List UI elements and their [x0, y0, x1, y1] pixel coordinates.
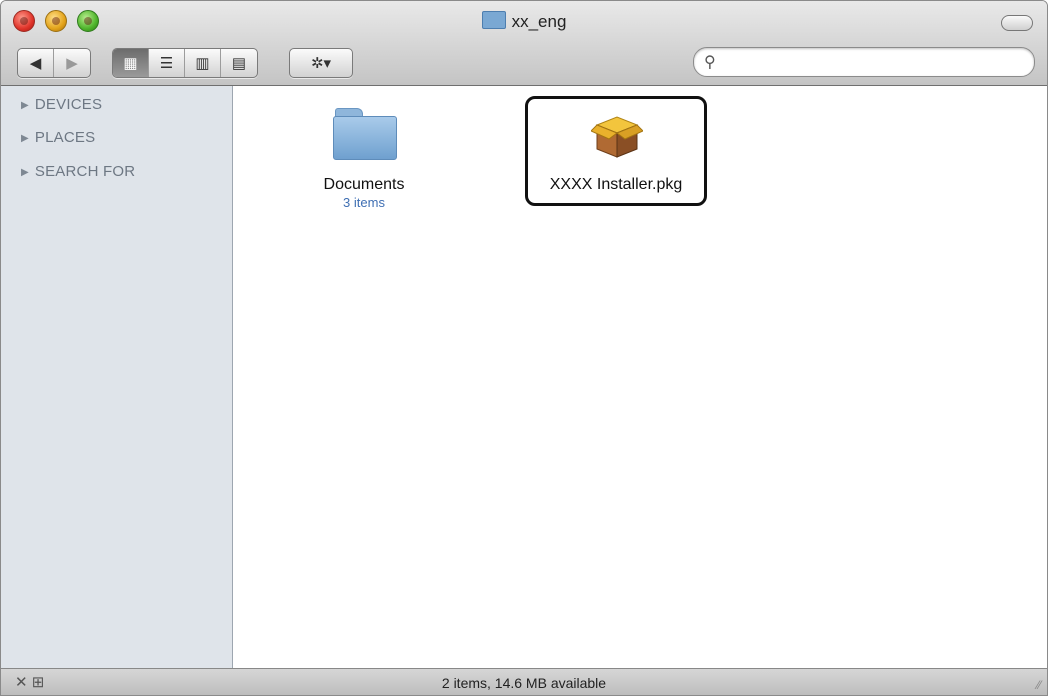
resize-grip-icon[interactable]: ⁄⁄ — [1037, 678, 1041, 692]
forward-button[interactable]: ▶ — [54, 49, 90, 77]
file-browser: Documents 3 items XXXX Installer.pkg — [233, 86, 1047, 668]
view-mode-group: ▦ ☰ ▥ ▤ — [112, 48, 258, 78]
window-title: xx_eng — [1, 11, 1047, 32]
search-icon: ⚲ — [704, 54, 716, 71]
file-name: XXXX Installer.pkg — [549, 176, 683, 193]
status-bar: ✕ ⊞ 2 items, 14.6 MB available ⁄⁄ — [1, 668, 1047, 695]
disclosure-triangle-icon: ▶ — [21, 133, 29, 144]
selected-file-item[interactable]: XXXX Installer.pkg — [525, 96, 707, 206]
sidebar-section-places[interactable]: ▶ PLACES — [21, 129, 95, 146]
folder-icon[interactable] — [333, 108, 397, 160]
status-text: 2 items, 14.6 MB available — [441, 675, 607, 691]
action-menu-group: ✲▾ — [289, 48, 353, 78]
back-button[interactable]: ◀ — [18, 49, 54, 77]
package-icon — [591, 116, 643, 158]
window-title-text: xx_eng — [511, 12, 567, 31]
gear-action-button[interactable]: ✲▾ — [290, 49, 352, 77]
toolbar-toggle-button[interactable] — [1001, 15, 1033, 31]
folder-icon — [481, 11, 506, 29]
coverflow-view-button[interactable]: ▤ — [221, 49, 257, 77]
sidebar-section-search-for[interactable]: ▶ SEARCH FOR — [21, 163, 135, 180]
sidebar: ▶ DEVICES ▶ PLACES ▶ SEARCH FOR — [1, 86, 233, 668]
column-view-button[interactable]: ▥ — [185, 49, 221, 77]
nav-button-group: ◀ ▶ — [17, 48, 91, 78]
sidebar-section-devices[interactable]: ▶ DEVICES — [21, 96, 102, 113]
disclosure-triangle-icon: ▶ — [21, 167, 29, 178]
title-toolbar: xx_eng ◀ ▶ ▦ ☰ ▥ ▤ ✲▾ ⚲ — [1, 1, 1047, 86]
disclosure-triangle-icon: ▶ — [21, 100, 29, 111]
list-view-button[interactable]: ☰ — [149, 49, 185, 77]
finder-window: xx_eng ◀ ▶ ▦ ☰ ▥ ▤ ✲▾ ⚲ ▶ DEVICES ▶ PLACES… — [0, 0, 1048, 696]
file-subtitle: 3 items — [343, 195, 385, 210]
file-name[interactable]: Documents — [299, 176, 429, 194]
search-field[interactable]: ⚲ — [693, 47, 1035, 77]
icon-view-button[interactable]: ▦ — [113, 49, 149, 77]
